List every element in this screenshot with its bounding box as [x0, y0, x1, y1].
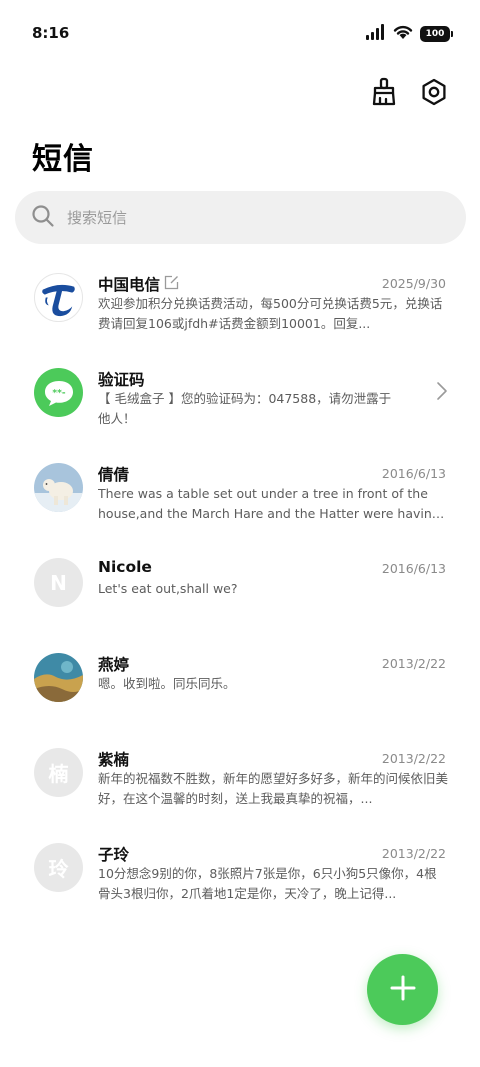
- conversation-preview: Let's eat out,shall we?: [98, 581, 238, 596]
- settings-icon: [420, 78, 448, 110]
- conversation-date: 2013/2/22: [381, 751, 446, 766]
- conversation-list: 中国电信 2025/9/30 欢迎参加积分兑换话费活动，每500分可兑换话费5元…: [0, 258, 480, 923]
- message-bubble-icon: **-: [34, 368, 83, 417]
- conversation-name: Nicole: [98, 558, 152, 576]
- polar-bear-avatar: [34, 463, 83, 512]
- plus-icon: [390, 975, 416, 1005]
- conversation-name: 倩倩: [98, 466, 130, 484]
- conversation-item[interactable]: N Nicole 2016/6/13 Let's eat out,shall w…: [0, 543, 480, 638]
- conversation-date: 2013/2/22: [381, 846, 446, 861]
- conversation-date: 2013/2/22: [381, 656, 446, 671]
- conversation-date: 2016/6/13: [381, 466, 446, 481]
- chevron-right-icon: [436, 381, 448, 405]
- landscape-avatar: [34, 653, 83, 702]
- page-title: 短信: [32, 142, 94, 177]
- status-icons: 100: [366, 24, 453, 44]
- conversation-name: 子玲: [98, 846, 130, 864]
- search-bar[interactable]: [15, 191, 466, 244]
- conversation-name: 中国电信: [98, 273, 179, 295]
- conversation-date: 2025/9/30: [381, 276, 446, 291]
- edit-draft-icon: [164, 275, 179, 294]
- svg-text:**-: **-: [52, 388, 65, 398]
- top-actions: [366, 76, 452, 112]
- clean-button[interactable]: [366, 76, 402, 112]
- conversation-item[interactable]: 中国电信 2025/9/30 欢迎参加积分兑换话费活动，每500分可兑换话费5元…: [0, 258, 480, 353]
- broom-icon: [370, 77, 398, 111]
- search-icon: [31, 204, 55, 232]
- conversation-preview: There was a table set out under a tree i…: [98, 486, 440, 521]
- avatar: 楠: [34, 748, 83, 797]
- conversation-preview: 10分想念9别的你，8张照片7张是你，6只小狗5只像你，4根骨头3根归你，2爪着…: [98, 866, 437, 901]
- conversation-name: 紫楠: [98, 751, 130, 769]
- conversation-item[interactable]: 倩倩 2016/6/13 There was a table set out u…: [0, 448, 480, 543]
- conversation-preview: 欢迎参加积分兑换话费活动，每500分可兑换话费5元，兑换话费请回复106或jfd…: [98, 296, 443, 331]
- signal-icon: [366, 24, 386, 44]
- conversation-item[interactable]: 楠 紫楠 2013/2/22 新年的祝福数不胜数，新年的愿望好多好多，新年的问候…: [0, 733, 480, 828]
- conversation-item[interactable]: 燕婷 2013/2/22 嗯。收到啦。同乐同乐。: [0, 638, 480, 733]
- china-telecom-logo-icon: [34, 273, 83, 322]
- avatar: 玲: [34, 843, 83, 892]
- conversation-name: 验证码: [98, 371, 145, 389]
- conversation-item[interactable]: **- 验证码 【 毛绒盒子 】您的验证码为：047588，请勿泄露于他人！: [0, 353, 480, 448]
- status-time: 8:16: [32, 24, 70, 42]
- search-input[interactable]: [67, 208, 427, 227]
- conversation-preview: 新年的祝福数不胜数，新年的愿望好多好多，新年的问候依旧美好，在这个温馨的时刻，送…: [98, 771, 448, 806]
- conversation-preview: 嗯。收到啦。同乐同乐。: [98, 676, 236, 691]
- avatar: N: [34, 558, 83, 607]
- conversation-item[interactable]: 玲 子玲 2013/2/22 10分想念9别的你，8张照片7张是你，6只小狗5只…: [0, 828, 480, 923]
- conversation-preview: 【 毛绒盒子 】您的验证码为：047588，请勿泄露于他人！: [98, 391, 392, 426]
- conversation-name: 燕婷: [98, 656, 130, 674]
- settings-button[interactable]: [416, 76, 452, 112]
- status-bar: 8:16 100: [0, 0, 480, 64]
- new-message-button[interactable]: [367, 954, 438, 1025]
- battery-icon: 100: [420, 26, 453, 42]
- wifi-icon: [393, 24, 413, 44]
- conversation-date: 2016/6/13: [381, 561, 446, 576]
